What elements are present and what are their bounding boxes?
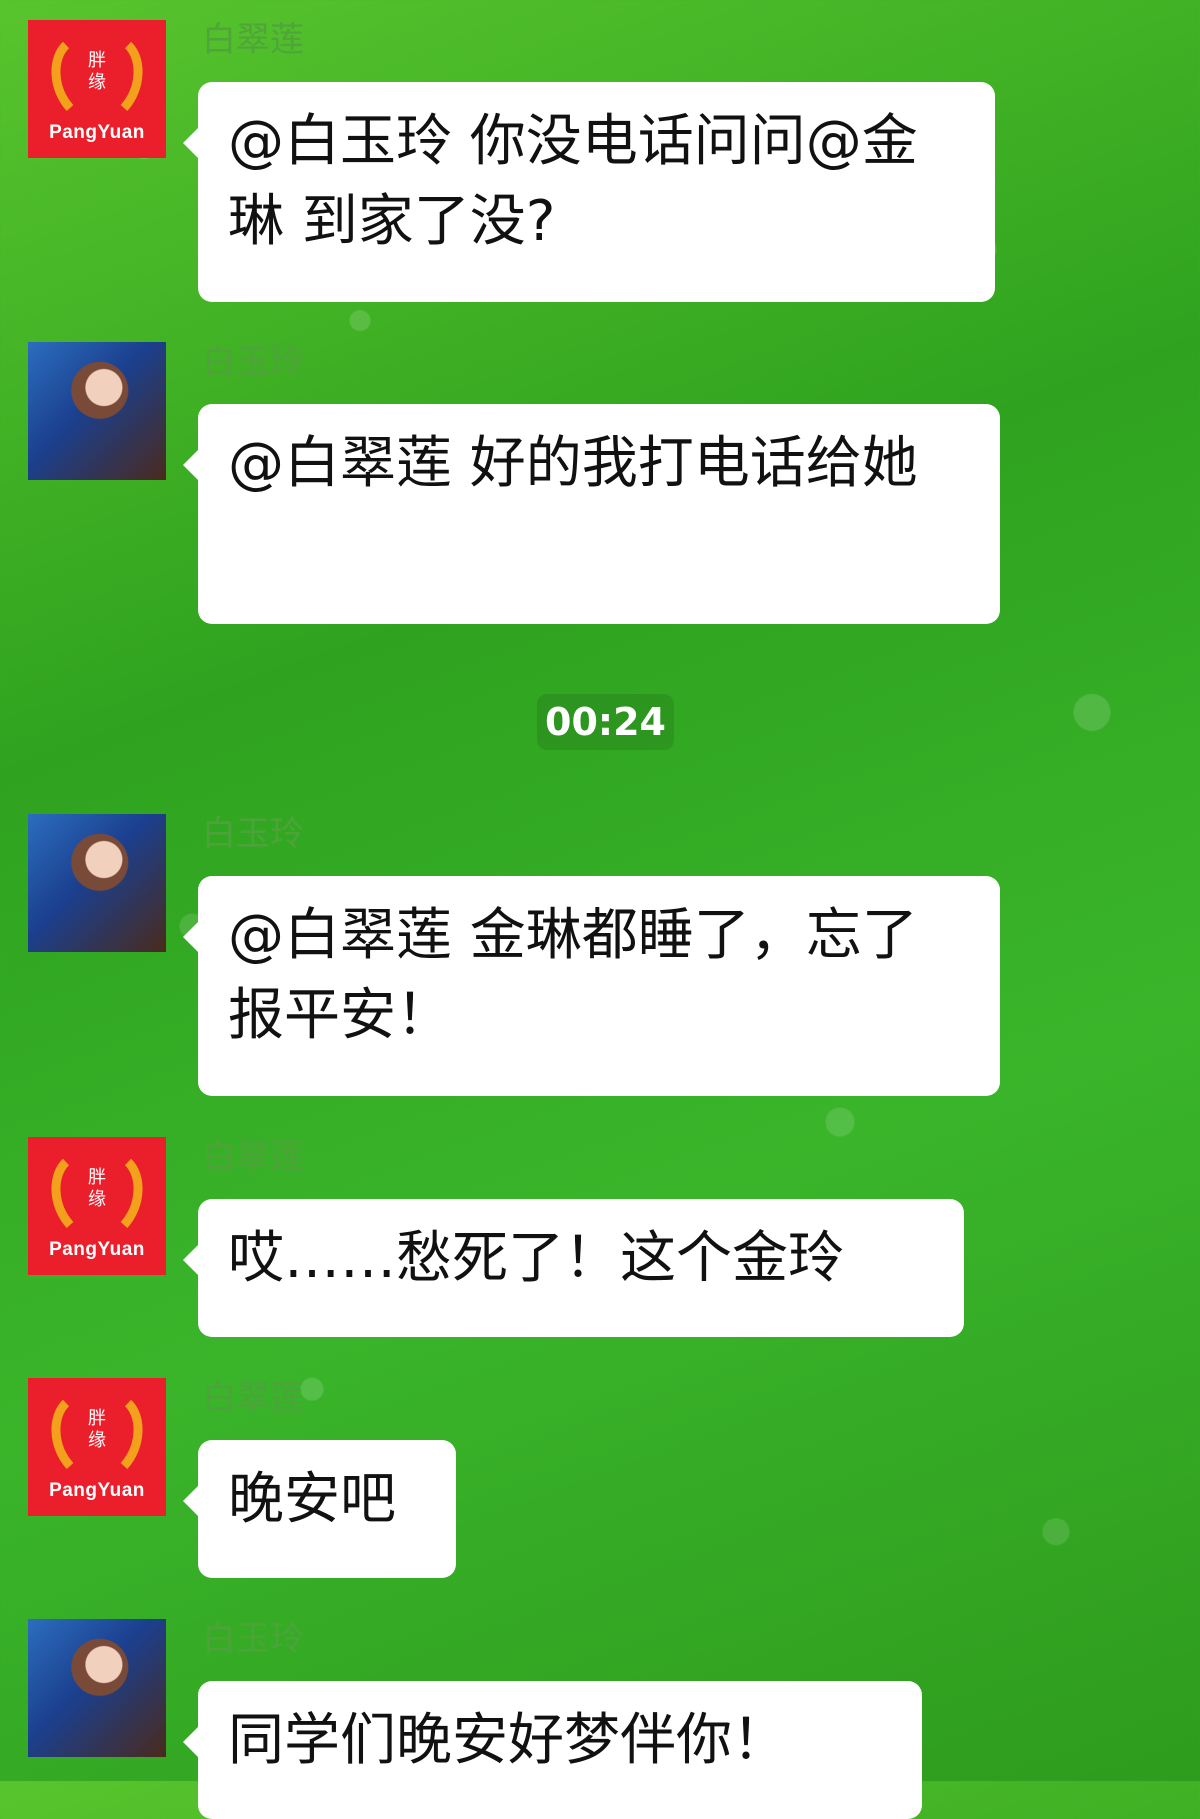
svg-text:胖: 胖 (88, 1167, 106, 1188)
time-separator: 00:24 (537, 694, 674, 750)
message-2: 白玉玲 @白翠莲 好的我打电话给她 (28, 342, 1172, 628)
avatar[interactable]: 胖 缘 PangYuan (28, 20, 166, 158)
message-1: 胖 缘 PangYuan 白翠莲 @白玉玲 你没电话问问@金琳 到家了没? (28, 20, 1172, 302)
logo-icon: 胖 缘 (51, 41, 143, 112)
message-bubble[interactable]: 同学们晚安好梦伴你！ (183, 1681, 922, 1819)
avatar[interactable] (28, 1619, 166, 1757)
message-4: 胖 缘 PangYuan 白翠莲 哎……愁死了！这个金玲 (28, 1137, 1172, 1337)
message-5: 胖 缘 PangYuan 白翠莲 晚安吧 (28, 1378, 1172, 1578)
logo-text: PangYuan (49, 1239, 145, 1260)
message-6: 白玉玲 同学们晚安好梦伴你！ (28, 1619, 1172, 1819)
logo-icon: 胖 缘 (51, 1399, 143, 1470)
svg-text:胖: 胖 (88, 1408, 106, 1429)
message-bubble[interactable]: 哎……愁死了！这个金玲 (183, 1199, 964, 1337)
message-3: 白玉玲 @白翠莲 金琳都睡了，忘了报平安！ (28, 814, 1172, 1100)
logo-icon: 胖 缘 (51, 1158, 143, 1229)
avatar[interactable]: 胖 缘 PangYuan (28, 1378, 166, 1516)
chat-message-list: 胖 缘 PangYuan 白翠莲 @白玉玲 你没电话问问@金琳 到家了没? 白玉… (0, 0, 1200, 1819)
svg-text:缘: 缘 (88, 72, 106, 93)
svg-text:缘: 缘 (88, 1189, 106, 1210)
message-bubble[interactable]: @白翠莲 金琳都睡了，忘了报平安！ (183, 876, 1000, 1096)
svg-text:缘: 缘 (88, 1430, 106, 1451)
logo-text: PangYuan (49, 122, 145, 143)
svg-text:胖: 胖 (88, 50, 106, 71)
logo-text: PangYuan (49, 1480, 145, 1501)
sender-name: 白玉玲 (202, 342, 304, 382)
avatar[interactable] (28, 342, 166, 480)
message-bubble[interactable]: @白玉玲 你没电话问问@金琳 到家了没? (183, 82, 995, 302)
sender-name: 白翠莲 (202, 1378, 304, 1418)
sender-name: 白翠莲 (202, 20, 304, 60)
sender-name: 白玉玲 (202, 814, 304, 854)
sender-name: 白翠莲 (202, 1137, 304, 1177)
sender-name: 白玉玲 (202, 1619, 304, 1659)
avatar[interactable]: 胖 缘 PangYuan (28, 1137, 166, 1275)
message-bubble[interactable]: @白翠莲 好的我打电话给她 (183, 404, 1000, 624)
message-bubble[interactable]: 晚安吧 (183, 1440, 456, 1578)
avatar[interactable] (28, 814, 166, 952)
